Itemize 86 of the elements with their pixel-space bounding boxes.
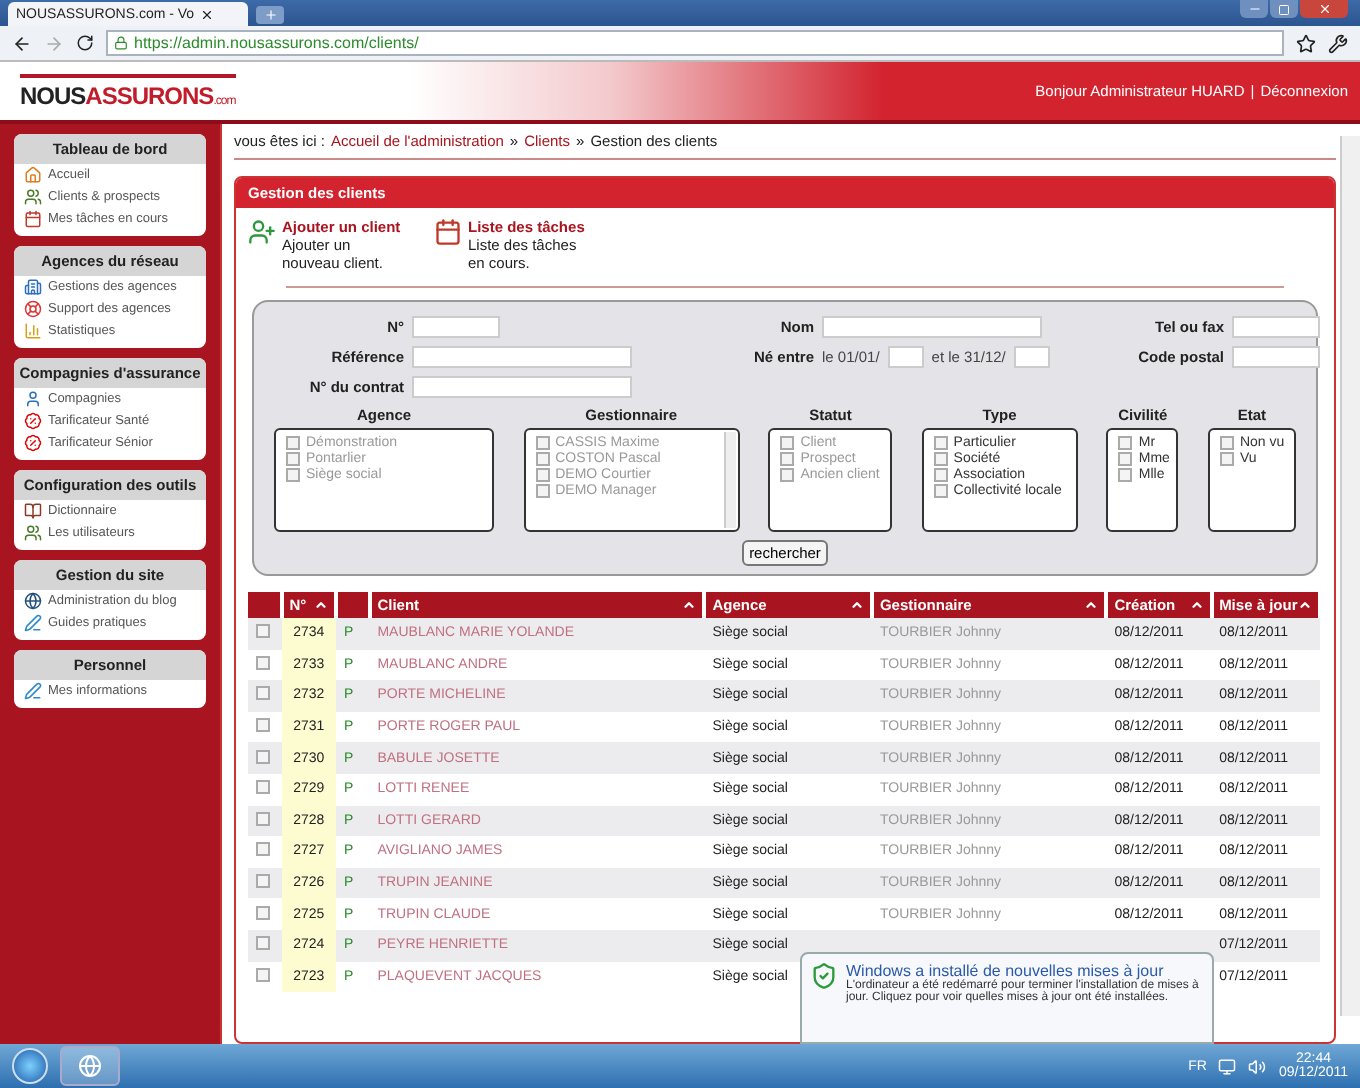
minimize-button[interactable]: [1240, 0, 1268, 18]
text-field[interactable]: [412, 375, 632, 397]
book-icon: [24, 502, 42, 520]
scrollbar[interactable]: [723, 432, 736, 528]
checkbox[interactable]: [1219, 436, 1234, 450]
new-tab-button[interactable]: [256, 6, 284, 24]
people-icon: [24, 188, 42, 206]
text-field[interactable]: [822, 315, 1042, 337]
row-checkbox[interactable]: [256, 842, 270, 857]
text-field[interactable]: [1232, 345, 1320, 367]
maximize-button[interactable]: [1270, 0, 1298, 18]
calendar-icon: [434, 218, 462, 246]
row-checkbox[interactable]: [256, 655, 270, 670]
row-checkbox[interactable]: [256, 811, 270, 826]
people-icon: [24, 524, 42, 542]
row-checkbox[interactable]: [256, 749, 270, 764]
checkbox[interactable]: [1118, 436, 1133, 450]
checkbox[interactable]: [933, 436, 948, 450]
checkbox[interactable]: [535, 484, 550, 498]
checkbox[interactable]: [780, 436, 795, 450]
maximize-icon: [1278, 3, 1290, 15]
checkbox[interactable]: [535, 436, 550, 450]
row-checkbox[interactable]: [256, 718, 270, 733]
row-checkbox[interactable]: [256, 686, 270, 701]
checkbox[interactable]: [780, 452, 795, 466]
close-icon: [1317, 2, 1331, 16]
year-field[interactable]: [1013, 345, 1050, 367]
checkbox[interactable]: [933, 484, 948, 498]
back-icon[interactable]: [12, 33, 32, 53]
taskbar-app[interactable]: [60, 1046, 120, 1086]
checkbox[interactable]: [286, 468, 300, 482]
minimize-icon: [1247, 2, 1261, 16]
sort-icon[interactable]: [313, 598, 328, 612]
column-header: [248, 592, 282, 618]
text-field[interactable]: [412, 345, 632, 367]
checkbox[interactable]: [535, 452, 550, 466]
lock-icon: [114, 36, 128, 50]
pen-icon: [24, 614, 42, 632]
sort-icon[interactable]: [1189, 598, 1204, 612]
settings-icon[interactable]: [1328, 33, 1348, 53]
checkbox[interactable]: [933, 468, 948, 482]
shield-icon: [810, 962, 838, 990]
close-icon[interactable]: [200, 7, 215, 21]
sort-icon[interactable]: [849, 598, 864, 612]
lifebuoy-icon: [24, 300, 42, 318]
row-checkbox[interactable]: [256, 874, 270, 889]
notification-title: Windows a installé de nouvelles mises à jour: [846, 962, 1164, 980]
sort-icon[interactable]: [1298, 598, 1312, 612]
checkbox[interactable]: [286, 452, 300, 466]
checkbox[interactable]: [1118, 452, 1133, 466]
row-checkbox[interactable]: [256, 936, 270, 951]
checkbox[interactable]: [286, 436, 300, 450]
add-person-icon: [248, 218, 276, 246]
scrollbar[interactable]: [1340, 136, 1360, 1016]
checkbox[interactable]: [933, 452, 948, 466]
start-button[interactable]: [12, 1048, 48, 1084]
sort-icon[interactable]: [1084, 598, 1099, 612]
plus-icon: [263, 8, 277, 22]
row-checkbox[interactable]: [256, 780, 270, 795]
address-field[interactable]: https://admin.nousassurons.com/clients/: [106, 30, 1284, 56]
home-icon: [24, 166, 42, 184]
checkbox[interactable]: [780, 468, 795, 482]
globe-icon: [78, 1054, 102, 1078]
percent-icon: [24, 412, 42, 430]
text-field[interactable]: [1232, 315, 1320, 337]
reload-icon[interactable]: [76, 34, 94, 52]
volume-icon[interactable]: [1248, 1057, 1267, 1075]
text-field[interactable]: [412, 315, 500, 337]
row-checkbox[interactable]: [256, 624, 270, 639]
year-field[interactable]: [887, 345, 924, 367]
forward-icon[interactable]: [44, 33, 64, 53]
network-icon[interactable]: [1218, 1057, 1237, 1075]
chart-icon: [24, 322, 42, 340]
star-icon[interactable]: [1296, 33, 1316, 53]
percent-icon: [24, 434, 42, 452]
checkbox[interactable]: [535, 468, 550, 482]
building-icon: [24, 278, 42, 296]
checkbox[interactable]: [1219, 452, 1234, 466]
person-icon: [24, 390, 42, 408]
row-checkbox[interactable]: [256, 905, 270, 920]
row-checkbox[interactable]: [256, 967, 270, 982]
sort-icon[interactable]: [682, 598, 697, 612]
calendar-icon: [24, 210, 42, 228]
globe-icon: [24, 592, 42, 610]
checkbox[interactable]: [1118, 468, 1133, 482]
pen-icon: [24, 682, 42, 700]
